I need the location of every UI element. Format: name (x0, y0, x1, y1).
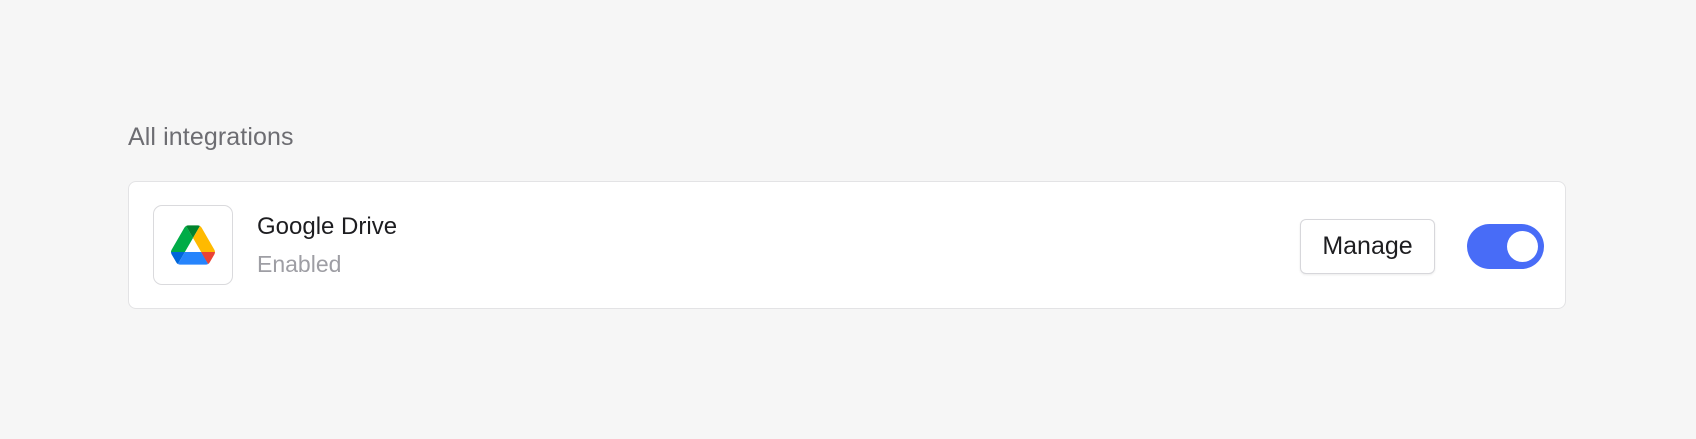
app-icon-frame (153, 205, 233, 285)
manage-button[interactable]: Manage (1300, 219, 1435, 274)
google-drive-icon (171, 225, 215, 265)
integration-name: Google Drive (257, 213, 398, 240)
integration-card: Google Drive Enabled Manage (128, 181, 1566, 309)
integrations-page: All integrations Google Drive Enabled Ma… (0, 0, 1696, 439)
integration-toggle[interactable] (1467, 224, 1544, 269)
section-title: All integrations (128, 123, 294, 151)
integration-status: Enabled (257, 251, 342, 277)
toggle-knob (1507, 231, 1538, 262)
